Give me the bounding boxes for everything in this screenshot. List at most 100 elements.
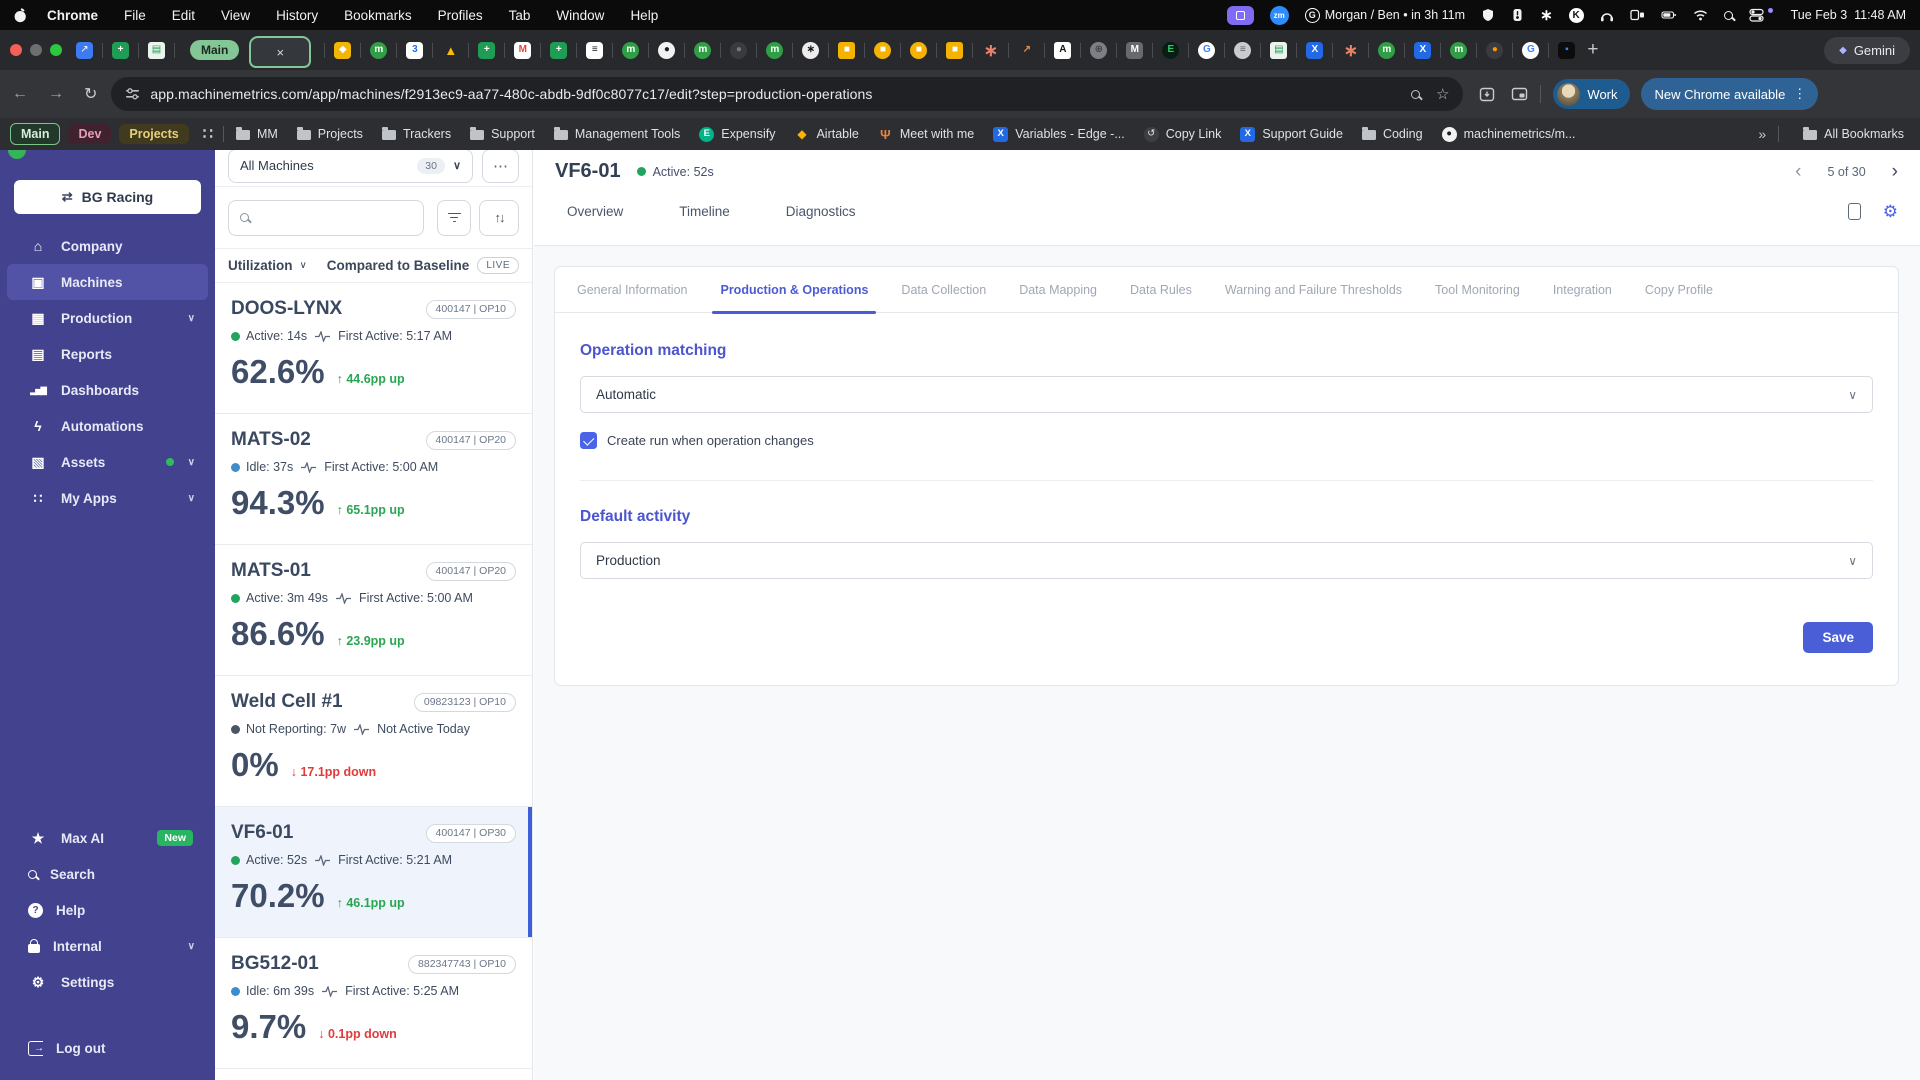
- tab-favicon[interactable]: ●: [730, 41, 748, 59]
- settings-tab[interactable]: Data Mapping: [1019, 267, 1097, 313]
- tab-group-label[interactable]: Main: [190, 40, 240, 60]
- tab-favicon[interactable]: ⊕: [1090, 41, 1108, 59]
- bookmark-group-pill[interactable]: Main: [10, 123, 61, 145]
- sort-button[interactable]: ↑↓: [479, 199, 519, 236]
- bookmark-item[interactable]: Projects: [296, 127, 363, 141]
- wifi-icon[interactable]: [1693, 9, 1708, 21]
- settings-tab[interactable]: Warning and Failure Thresholds: [1225, 267, 1402, 313]
- tab-favicon[interactable]: m: [766, 41, 784, 59]
- bookmark-item[interactable]: X Variables - Edge -...: [993, 126, 1125, 142]
- operation-matching-select[interactable]: Automatic ∨: [580, 376, 1873, 413]
- active-tab[interactable]: ×: [249, 36, 312, 68]
- tab-favicon[interactable]: m: [1378, 41, 1396, 59]
- bookmark-group-pill[interactable]: Dev: [68, 124, 112, 144]
- settings-tab[interactable]: Copy Profile: [1645, 267, 1713, 313]
- org-switcher-button[interactable]: ⇄ BG Racing: [14, 180, 201, 214]
- sidebar-item[interactable]: ⚙ Settings: [0, 964, 215, 1000]
- logout-button[interactable]: → Log out: [0, 1030, 215, 1066]
- minimize-window-button[interactable]: [30, 44, 42, 56]
- tab-favicon[interactable]: m: [370, 41, 388, 59]
- create-run-checkbox-row[interactable]: Create run when operation changes: [580, 432, 1873, 449]
- machine-card[interactable]: BG512-01 882347743 | OP10 Idle: 6m 39s F…: [215, 938, 532, 1069]
- bookmark-item[interactable]: Management Tools: [553, 127, 680, 141]
- new-tab-button[interactable]: +: [1587, 39, 1598, 61]
- bookmark-item[interactable]: Coding: [1361, 127, 1423, 141]
- screen-share-icon[interactable]: [1226, 5, 1254, 25]
- sidebar-item[interactable]: Search: [0, 856, 215, 892]
- bookmark-group-pill[interactable]: Projects: [119, 124, 189, 144]
- url-text[interactable]: app.machinemetrics.com/app/machines/f291…: [150, 86, 1411, 102]
- machine-search-input[interactable]: [228, 199, 424, 236]
- bookmark-item[interactable]: X Support Guide: [1240, 126, 1343, 142]
- tab-favicon[interactable]: ◆: [334, 41, 352, 59]
- sidebar-item[interactable]: Internal ∨: [0, 928, 215, 964]
- bookmark-item[interactable]: Support: [470, 127, 535, 141]
- detail-tab[interactable]: Diagnostics: [786, 204, 856, 219]
- bookmark-item[interactable]: ◆ Airtable: [794, 127, 859, 142]
- bookmark-item[interactable]: ● machinemetrics/m...: [1441, 126, 1575, 142]
- gear-icon[interactable]: ⚙: [1883, 203, 1898, 220]
- bookmarks-overflow-icon[interactable]: »: [1758, 126, 1766, 142]
- tab-favicon[interactable]: ●: [658, 41, 676, 59]
- tab-favicon[interactable]: E: [1162, 41, 1180, 59]
- close-window-button[interactable]: [10, 44, 22, 56]
- tab-favicon[interactable]: +: [550, 41, 568, 59]
- all-bookmarks-button[interactable]: All Bookmarks: [1803, 127, 1904, 141]
- control-center-icon[interactable]: [1749, 8, 1764, 22]
- machine-card[interactable]: MATS-01 400147 | OP20 Active: 3m 49s Fir…: [215, 545, 532, 676]
- shield-icon[interactable]: [1481, 8, 1495, 22]
- next-machine-button[interactable]: ›: [1892, 161, 1898, 183]
- apple-icon[interactable]: [14, 7, 27, 23]
- tab-favicon[interactable]: ∗: [1342, 42, 1359, 59]
- tab-favicon[interactable]: ■: [838, 41, 856, 59]
- fullscreen-window-button[interactable]: [50, 44, 62, 56]
- sidebar-item[interactable]: ▣ Machines: [7, 264, 208, 300]
- forward-button[interactable]: →: [48, 85, 64, 103]
- settings-tab[interactable]: Integration: [1553, 267, 1612, 313]
- menubar-item[interactable]: Window: [556, 8, 604, 23]
- bookmark-item[interactable]: MM: [235, 127, 278, 141]
- sidebar-item[interactable]: ∷ My Apps ∨: [0, 480, 215, 516]
- k-app-icon[interactable]: K: [1568, 7, 1584, 23]
- menubar-item[interactable]: History: [276, 8, 318, 23]
- meds-icon[interactable]: [1511, 8, 1524, 22]
- sidebar-item[interactable]: ⌂ Company: [0, 228, 215, 264]
- pinned-tab-favicon[interactable]: +: [112, 41, 129, 59]
- machine-filter-select[interactable]: All Machines 30 ∨: [228, 150, 473, 183]
- settings-tab[interactable]: Tool Monitoring: [1435, 267, 1520, 313]
- sidebar-item[interactable]: ▤ Reports: [0, 336, 215, 372]
- sidebar-item[interactable]: ▂▅▇ Dashboards: [0, 372, 215, 408]
- menubar-item[interactable]: Help: [630, 8, 658, 23]
- filter-button[interactable]: [437, 199, 471, 236]
- gemini-button[interactable]: ◆ Gemini: [1824, 36, 1910, 64]
- tab-favicon[interactable]: ▪: [1558, 41, 1576, 59]
- bookmark-item[interactable]: E Expensify: [699, 126, 775, 142]
- pinned-tab-favicon[interactable]: ▤: [148, 41, 165, 59]
- tab-favicon[interactable]: X: [1306, 41, 1324, 59]
- detail-tab[interactable]: Overview: [567, 204, 623, 219]
- bookmark-item[interactable]: ↺ Copy Link: [1143, 126, 1221, 142]
- tab-favicon[interactable]: G: [1522, 41, 1540, 59]
- pinned-tab-favicon[interactable]: ↗: [76, 41, 93, 59]
- menubar-item[interactable]: Profiles: [438, 8, 483, 23]
- machine-card[interactable]: Weld Cell #1 09823123 | OP10 Not Reporti…: [215, 676, 532, 807]
- zoom-app-icon[interactable]: zm: [1269, 5, 1289, 25]
- sidebar-item[interactable]: ▧ Assets ∨: [0, 444, 215, 480]
- tab-favicon[interactable]: ▤: [1270, 41, 1288, 59]
- settings-tab[interactable]: Production & Operations: [712, 267, 877, 314]
- omnibox[interactable]: app.machinemetrics.com/app/machines/f291…: [111, 77, 1464, 111]
- machine-card[interactable]: VF6-01 400147 | OP30 Active: 52s First A…: [215, 807, 532, 938]
- settings-tab[interactable]: Data Rules: [1130, 267, 1192, 313]
- tab-favicon[interactable]: m: [694, 41, 712, 59]
- stage-manager-icon[interactable]: [1629, 8, 1645, 22]
- save-page-icon[interactable]: [1479, 87, 1495, 102]
- openai-menubar-icon[interactable]: ∗: [1540, 6, 1553, 24]
- reload-button[interactable]: ↻: [84, 84, 97, 104]
- tab-favicon[interactable]: ■: [910, 41, 928, 59]
- default-activity-select[interactable]: Production ∨: [580, 542, 1873, 579]
- machine-card[interactable]: MATS-02 400147 | OP20 Idle: 37s First Ac…: [215, 414, 532, 545]
- tab-favicon[interactable]: m: [622, 41, 640, 59]
- tab-favicon[interactable]: G: [1198, 41, 1216, 59]
- menubar-item[interactable]: File: [124, 8, 146, 23]
- detail-tab[interactable]: Timeline: [679, 204, 730, 219]
